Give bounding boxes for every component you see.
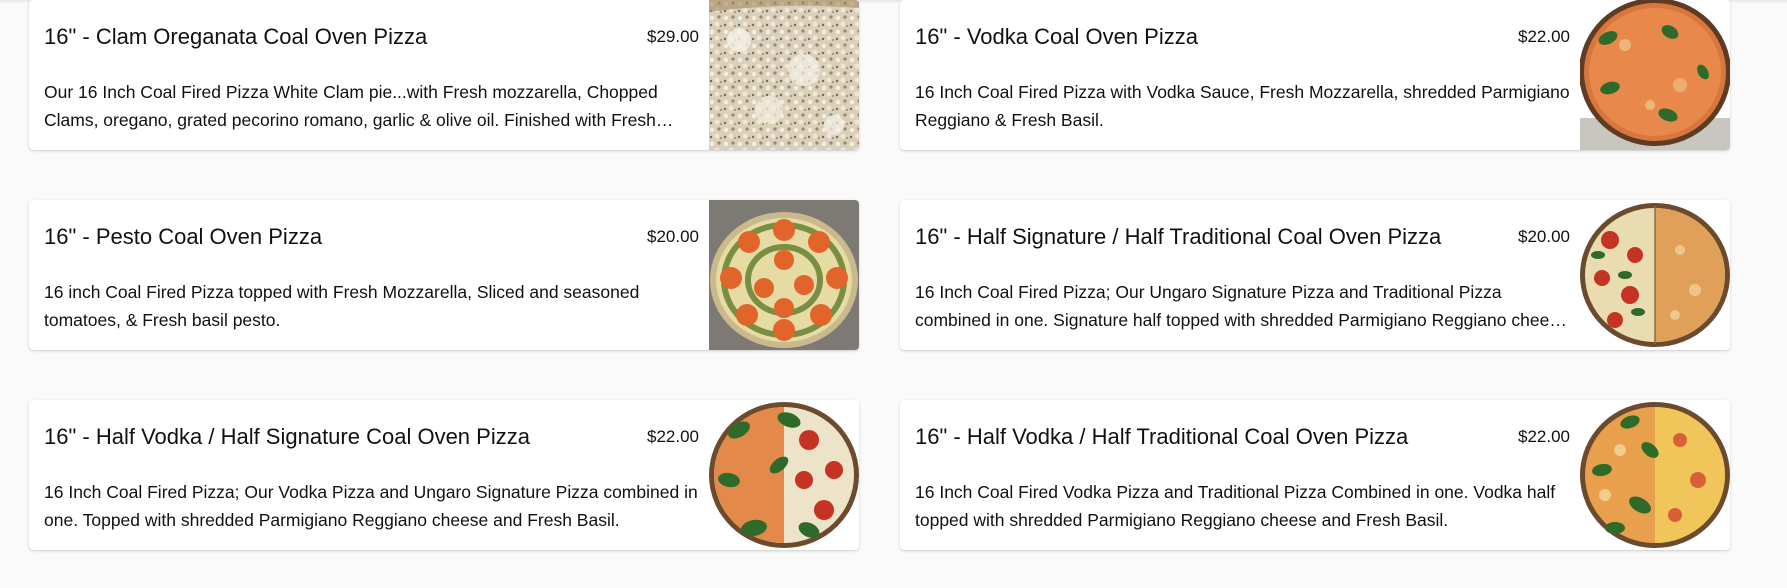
menu-item-price: $20.00 — [1518, 227, 1570, 246]
menu-item-price: $20.00 — [647, 227, 699, 246]
menu-item-price: $22.00 — [1518, 427, 1570, 446]
menu-item-price: $22.00 — [1518, 27, 1570, 46]
vodka-pizza-photo — [1580, 0, 1730, 150]
menu-item-info: 16" - Vodka Coal Oven Pizza $22.00 16 In… — [915, 0, 1570, 150]
menu-item-card[interactable]: 16" - Clam Oreganata Coal Oven Pizza $29… — [29, 0, 859, 150]
half-vodka-half-signature-pizza-photo — [709, 400, 859, 550]
menu-item-description: 16 Inch Coal Fired Pizza; Our Vodka Pizz… — [44, 482, 698, 530]
menu-item-name: 16" - Vodka Coal Oven Pizza — [915, 24, 1198, 49]
menu-item-price: $22.00 — [647, 427, 699, 446]
menu-item-card[interactable]: 16" - Vodka Coal Oven Pizza $22.00 16 In… — [900, 0, 1730, 150]
pesto-pizza-photo — [709, 200, 859, 350]
menu-item-description: Our 16 Inch Coal Fired Pizza White Clam … — [44, 82, 658, 130]
menu-item-info: 16" - Pesto Coal Oven Pizza $20.00 16 in… — [44, 200, 699, 350]
menu-item-name: 16" - Half Vodka / Half Traditional Coal… — [915, 424, 1409, 449]
menu-item-info: 16" - Half Vodka / Half Traditional Coal… — [915, 400, 1570, 550]
menu-item-info: 16" - Half Signature / Half Traditional … — [915, 200, 1570, 350]
menu-item-price: $29.00 — [647, 27, 699, 46]
menu-item-description: 16 Inch Coal Fired Pizza; Our Ungaro Sig… — [915, 282, 1568, 330]
menu-item-name: 16" - Half Signature / Half Traditional … — [915, 224, 1442, 249]
menu-item-card[interactable]: 16" - Pesto Coal Oven Pizza $20.00 16 in… — [29, 200, 859, 350]
menu-item-name: 16" - Half Vodka / Half Signature Coal O… — [44, 424, 530, 449]
menu-items-grid: 16" - Clam Oreganata Coal Oven Pizza $29… — [29, 0, 1730, 550]
menu-item-card[interactable]: 16" - Half Signature / Half Traditional … — [900, 200, 1730, 350]
menu-item-description: 16 Inch Coal Fired Vodka Pizza and Tradi… — [915, 482, 1556, 530]
menu-item-info: 16" - Clam Oreganata Coal Oven Pizza $29… — [44, 0, 699, 150]
menu-item-card[interactable]: 16" - Half Vodka / Half Traditional Coal… — [900, 400, 1730, 550]
half-vodka-half-traditional-pizza-photo — [1580, 400, 1730, 550]
menu-item-name: 16" - Clam Oreganata Coal Oven Pizza — [44, 24, 428, 49]
menu-item-description: 16 Inch Coal Fired Pizza with Vodka Sauc… — [915, 82, 1570, 130]
menu-item-card[interactable]: 16" - Half Vodka / Half Signature Coal O… — [29, 400, 859, 550]
clam-pizza-photo — [709, 0, 859, 150]
half-signature-half-traditional-pizza-photo — [1580, 200, 1730, 350]
menu-item-info: 16" - Half Vodka / Half Signature Coal O… — [44, 400, 699, 550]
menu-item-description: 16 inch Coal Fired Pizza topped with Fre… — [44, 282, 640, 330]
menu-item-name: 16" - Pesto Coal Oven Pizza — [44, 224, 323, 249]
